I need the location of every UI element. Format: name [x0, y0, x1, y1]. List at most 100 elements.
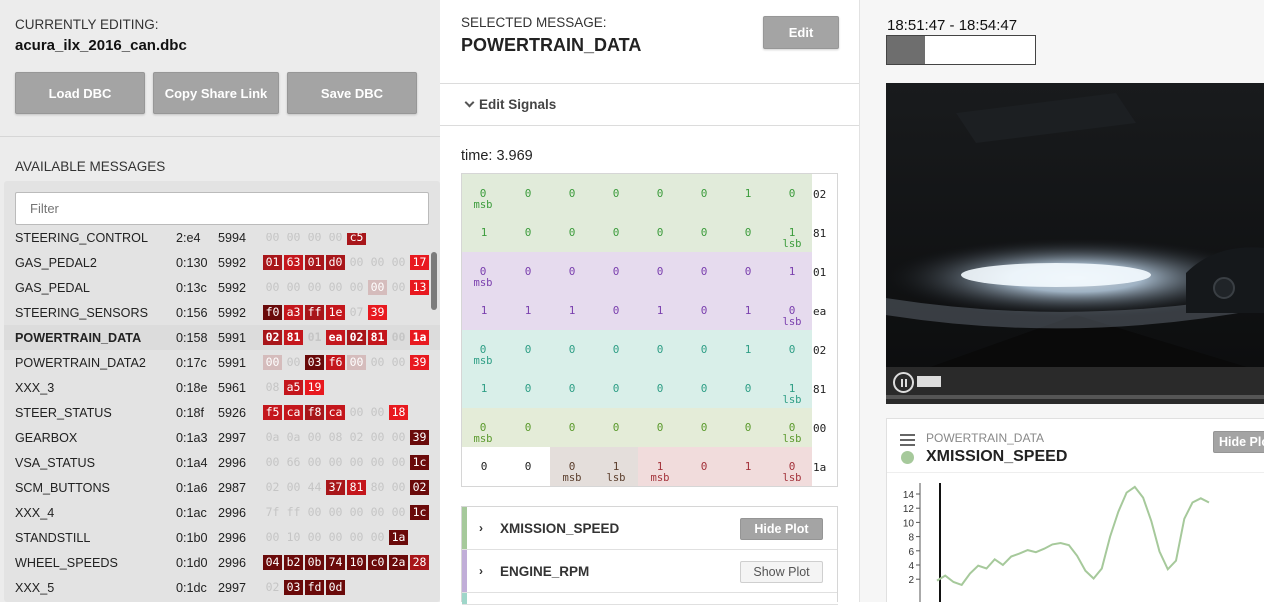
bit-cell[interactable]: 0: [560, 227, 584, 239]
edit-message-button[interactable]: Edit: [763, 16, 839, 49]
bit-cell[interactable]: 1: [736, 344, 760, 356]
message-row[interactable]: GAS_PEDAL 0:13c 5992 00 00 00 00 00 00 00 13: [4, 275, 440, 300]
bit-cell[interactable]: 0: [692, 461, 716, 473]
message-row[interactable]: XXX_4 0:1ac 2996 7f ff 00 00 00 00 00 1c: [4, 500, 440, 525]
drag-handle-icon[interactable]: [900, 434, 915, 446]
bit-cell[interactable]: 0: [604, 344, 628, 356]
bit-cell[interactable]: 1: [472, 383, 496, 395]
bit-cell[interactable]: 0: [648, 188, 672, 200]
bit-cell[interactable]: 1: [736, 305, 760, 317]
message-row[interactable]: XXX_5 0:1dc 2997 02 03 fd 0d: [4, 575, 440, 600]
bit-cell[interactable]: 0: [516, 266, 540, 278]
bit-cell[interactable]: 0 lsb: [780, 305, 804, 328]
bit-cell[interactable]: 0: [692, 227, 716, 239]
bit-cell[interactable]: 1: [736, 188, 760, 200]
bit-cell[interactable]: 0: [648, 266, 672, 278]
bit-cell[interactable]: 0: [560, 266, 584, 278]
bit-cell[interactable]: 0: [516, 188, 540, 200]
chevron-right-icon[interactable]: ›: [479, 521, 483, 535]
bit-cell[interactable]: 0: [692, 383, 716, 395]
bit-cell[interactable]: 0: [604, 383, 628, 395]
bit-cell[interactable]: 0: [560, 344, 584, 356]
edit-signals-toggle[interactable]: Edit Signals: [464, 97, 556, 112]
save-dbc-button[interactable]: Save DBC: [287, 72, 417, 114]
message-row[interactable]: STEER_STATUS 0:18f 5926 f5 ca f8 ca 00 00 18: [4, 400, 440, 425]
chevron-right-icon[interactable]: ›: [479, 564, 483, 578]
bit-cell[interactable]: 1: [780, 266, 804, 278]
bit-cell[interactable]: 0: [692, 305, 716, 317]
message-row[interactable]: XXX_3 0:18e 5961 08 a5 19: [4, 375, 440, 400]
bit-cell[interactable]: 1: [560, 305, 584, 317]
bit-cell[interactable]: 0: [560, 188, 584, 200]
load-dbc-button[interactable]: Load DBC: [15, 72, 145, 114]
bit-cell[interactable]: 1 msb: [648, 461, 672, 484]
message-row[interactable]: GEARBOX 0:1a3 2997 0a 0a 00 08 02 00 00 39: [4, 425, 440, 450]
signal-row[interactable]: [462, 593, 838, 605]
bit-cell[interactable]: 0 msb: [560, 461, 584, 484]
bit-cell[interactable]: 0: [780, 344, 804, 356]
bit-cell[interactable]: 0: [516, 227, 540, 239]
message-row[interactable]: GAS_PEDAL2 0:130 5992 01 63 01 d0 00 00 00 17: [4, 250, 440, 275]
bit-cell[interactable]: 1: [648, 305, 672, 317]
time-range-selector[interactable]: [886, 35, 1036, 65]
message-row[interactable]: STANDSTILL 0:1b0 2996 00 10 00 00 00 00 1a: [4, 525, 440, 550]
bit-cell[interactable]: 0: [560, 422, 584, 434]
bit-cell[interactable]: 0: [648, 227, 672, 239]
bit-cell[interactable]: 0 msb: [471, 422, 495, 445]
bit-cell[interactable]: 1 lsb: [780, 383, 804, 406]
bit-cell[interactable]: 1: [516, 305, 540, 317]
volume-icon[interactable]: [917, 376, 941, 387]
bit-cell[interactable]: 0: [516, 422, 540, 434]
signal-row[interactable]: › ENGINE_RPM Show Plot: [462, 550, 838, 593]
bit-cell[interactable]: 1 lsb: [604, 461, 628, 484]
bit-cell[interactable]: 0: [736, 383, 760, 395]
bit-cell[interactable]: 0: [472, 461, 496, 473]
message-row[interactable]: SCM_BUTTONS 0:1a6 2987 02 00 44 37 81 80 00 02: [4, 475, 440, 500]
speed-plot[interactable]: 2 4 6 8 10 12 14: [887, 473, 1264, 602]
bit-cell[interactable]: 0: [692, 266, 716, 278]
bit-cell[interactable]: 1: [472, 227, 496, 239]
bit-cell[interactable]: 0: [604, 422, 628, 434]
copy-share-link-button[interactable]: Copy Share Link: [153, 72, 279, 114]
bit-cell[interactable]: 0: [604, 305, 628, 317]
message-list-scrollbar[interactable]: [431, 252, 437, 310]
bit-cell[interactable]: 0: [516, 344, 540, 356]
filter-input[interactable]: [15, 192, 429, 225]
bit-cell[interactable]: 0: [560, 383, 584, 395]
pause-icon[interactable]: [893, 372, 914, 393]
bit-cell[interactable]: 0 lsb: [780, 422, 804, 445]
bit-cell[interactable]: 0 msb: [471, 188, 495, 211]
bit-cell[interactable]: 0: [692, 188, 716, 200]
bit-cell[interactable]: 0: [604, 227, 628, 239]
bit-cell[interactable]: 0: [604, 266, 628, 278]
signal-row[interactable]: › XMISSION_SPEED Hide Plot: [462, 507, 838, 550]
bit-cell[interactable]: 1: [472, 305, 496, 317]
message-row[interactable]: VSA_STATUS 0:1a4 2996 00 66 00 00 00 00 00 1c: [4, 450, 440, 475]
message-row[interactable]: POWERTRAIN_DATA 0:158 5991 02 81 01 ea 02 81 00 1a: [4, 325, 440, 350]
video-seek-bar[interactable]: [886, 395, 1264, 399]
bit-cell[interactable]: 0 msb: [471, 344, 495, 367]
message-row[interactable]: STEERING_CONTROL 2:e4 5994 00 00 00 00 c5: [4, 233, 440, 250]
bit-cell[interactable]: 0: [604, 188, 628, 200]
bit-cell[interactable]: 0: [516, 461, 540, 473]
bit-cell[interactable]: 1: [736, 461, 760, 473]
message-row[interactable]: STEERING_SENSORS 0:156 5992 f0 a3 ff 1e 07 39: [4, 300, 440, 325]
bit-cell[interactable]: 0: [648, 422, 672, 434]
hide-plot-button[interactable]: Hide Plot: [740, 518, 823, 540]
bit-cell[interactable]: 0 msb: [471, 266, 495, 289]
bit-cell[interactable]: 0: [736, 227, 760, 239]
bit-cell[interactable]: 0: [736, 266, 760, 278]
bit-cell[interactable]: 0: [780, 188, 804, 200]
show-plot-button[interactable]: Show Plot: [740, 561, 823, 583]
bit-cell[interactable]: 0: [648, 344, 672, 356]
bit-cell[interactable]: 0: [736, 422, 760, 434]
message-row[interactable]: WHEEL_SPEEDS 0:1d0 2996 04 b2 0b 74 10 c0 2a 28: [4, 550, 440, 575]
bit-cell[interactable]: 0: [648, 383, 672, 395]
bit-cell[interactable]: 0 lsb: [780, 461, 804, 484]
bit-cell[interactable]: 1 lsb: [780, 227, 804, 250]
bit-cell[interactable]: 0: [516, 383, 540, 395]
video-player[interactable]: [886, 83, 1264, 404]
bit-cell[interactable]: 0: [692, 344, 716, 356]
hide-plot-button[interactable]: Hide Plot: [1213, 431, 1264, 453]
message-row[interactable]: POWERTRAIN_DATA2 0:17c 5991 00 00 03 f6 00 00 00 3…: [4, 350, 440, 375]
